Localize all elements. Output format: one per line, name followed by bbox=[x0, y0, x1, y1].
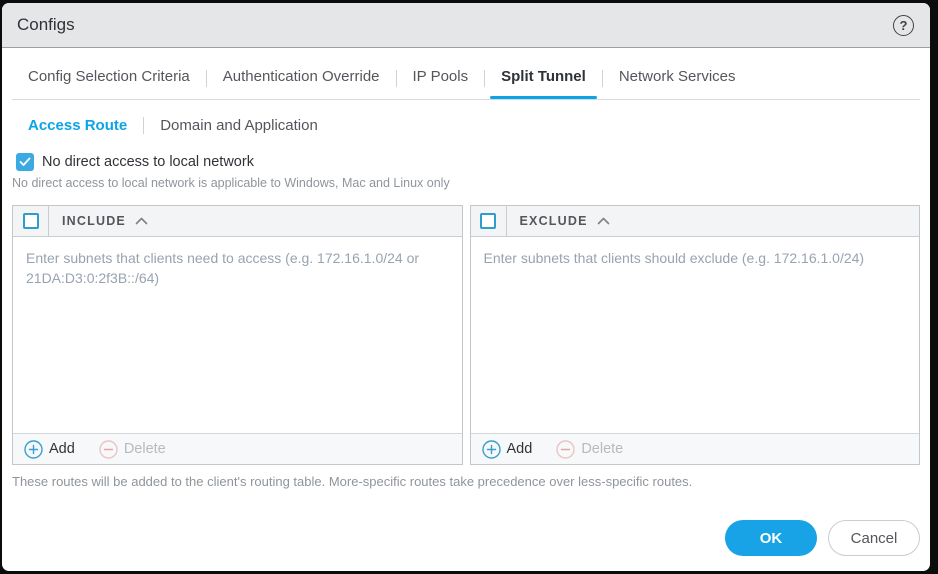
sort-ascending-icon[interactable] bbox=[135, 217, 148, 225]
dialog-titlebar: Configs ? bbox=[2, 3, 930, 48]
route-panels: INCLUDE Enter subnets that clients need … bbox=[12, 205, 920, 465]
no-direct-access-label: No direct access to local network bbox=[42, 154, 254, 170]
checkmark-icon bbox=[19, 157, 31, 167]
subtab-domain-and-application[interactable]: Domain and Application bbox=[144, 117, 334, 134]
dialog-actions: OK Cancel bbox=[12, 520, 920, 556]
exclude-select-all-checkbox[interactable] bbox=[480, 213, 496, 229]
configs-dialog: Configs ? Config Selection Criteria Auth… bbox=[2, 3, 930, 571]
sort-ascending-icon[interactable] bbox=[597, 217, 610, 225]
exclude-panel-header: EXCLUDE bbox=[471, 206, 920, 237]
tab-ip-pools[interactable]: IP Pools bbox=[397, 68, 485, 99]
minus-circle-icon bbox=[556, 440, 575, 459]
tab-bar: Config Selection Criteria Authentication… bbox=[12, 48, 920, 100]
include-delete-button[interactable]: Delete bbox=[99, 440, 166, 459]
include-panel-footer: Add Delete bbox=[13, 433, 462, 464]
exclude-add-label: Add bbox=[507, 441, 533, 457]
exclude-add-button[interactable]: Add bbox=[482, 440, 533, 459]
no-direct-access-row: No direct access to local network bbox=[12, 153, 920, 171]
tab-authentication-override[interactable]: Authentication Override bbox=[207, 68, 396, 99]
exclude-column-header[interactable]: EXCLUDE bbox=[520, 214, 588, 228]
subtab-bar: Access Route Domain and Application bbox=[12, 117, 920, 134]
ok-button[interactable]: OK bbox=[725, 520, 817, 556]
include-panel-header: INCLUDE bbox=[13, 206, 462, 237]
exclude-placeholder-text: Enter subnets that clients should exclud… bbox=[484, 248, 907, 268]
no-direct-access-checkbox[interactable] bbox=[16, 153, 34, 171]
include-column-header[interactable]: INCLUDE bbox=[62, 214, 126, 228]
exclude-table-body[interactable]: Enter subnets that clients should exclud… bbox=[471, 237, 920, 433]
include-delete-label: Delete bbox=[124, 441, 166, 457]
exclude-delete-button[interactable]: Delete bbox=[556, 440, 623, 459]
include-panel: INCLUDE Enter subnets that clients need … bbox=[12, 205, 463, 465]
subtab-access-route[interactable]: Access Route bbox=[12, 117, 143, 134]
no-direct-access-helper-text: No direct access to local network is app… bbox=[12, 176, 920, 190]
include-select-all-checkbox[interactable] bbox=[23, 213, 39, 229]
help-icon[interactable]: ? bbox=[893, 15, 914, 36]
exclude-delete-label: Delete bbox=[581, 441, 623, 457]
include-placeholder-text: Enter subnets that clients need to acces… bbox=[26, 248, 449, 289]
include-select-all-cell bbox=[13, 206, 49, 236]
plus-circle-icon bbox=[24, 440, 43, 459]
routes-footer-note: These routes will be added to the client… bbox=[12, 474, 920, 489]
include-add-button[interactable]: Add bbox=[24, 440, 75, 459]
exclude-panel-footer: Add Delete bbox=[471, 433, 920, 464]
plus-circle-icon bbox=[482, 440, 501, 459]
minus-circle-icon bbox=[99, 440, 118, 459]
exclude-select-all-cell bbox=[471, 206, 507, 236]
tab-network-services[interactable]: Network Services bbox=[603, 68, 752, 99]
dialog-content: Config Selection Criteria Authentication… bbox=[2, 48, 930, 556]
include-table-body[interactable]: Enter subnets that clients need to acces… bbox=[13, 237, 462, 433]
exclude-panel: EXCLUDE Enter subnets that clients shoul… bbox=[470, 205, 921, 465]
dialog-title: Configs bbox=[17, 15, 75, 35]
include-add-label: Add bbox=[49, 441, 75, 457]
tab-config-selection-criteria[interactable]: Config Selection Criteria bbox=[12, 68, 206, 99]
tab-split-tunnel[interactable]: Split Tunnel bbox=[485, 68, 602, 99]
cancel-button[interactable]: Cancel bbox=[828, 520, 920, 556]
